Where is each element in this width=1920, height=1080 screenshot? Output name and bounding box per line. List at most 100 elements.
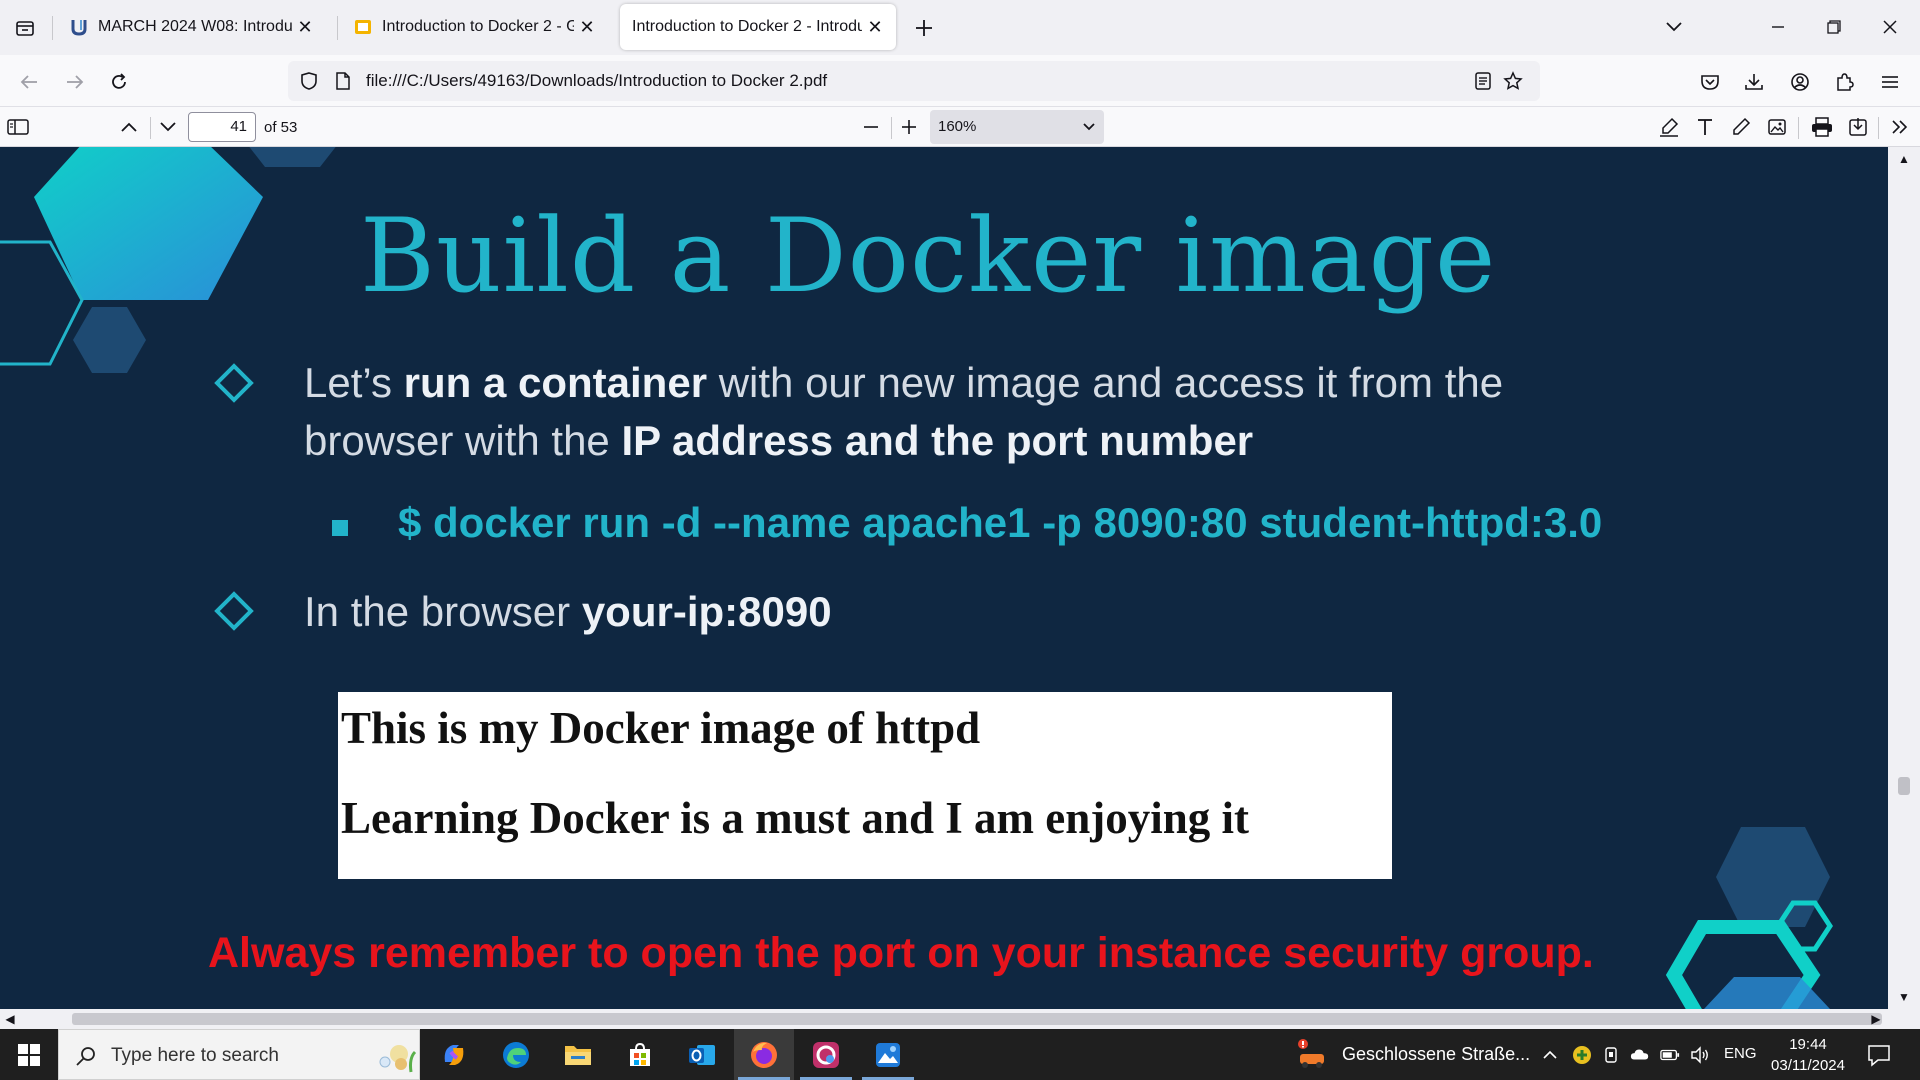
taskbar-news-widget[interactable]: Geschlossene Straße... bbox=[1294, 1029, 1530, 1080]
close-tab-icon[interactable]: ✕ bbox=[866, 17, 884, 37]
text-tool-icon bbox=[1698, 119, 1712, 135]
taskbar-copilot[interactable] bbox=[424, 1029, 484, 1080]
traffic-alert-icon bbox=[1298, 1038, 1324, 1068]
taskbar-search-box[interactable]: Type here to search bbox=[58, 1029, 420, 1080]
account-icon bbox=[1791, 73, 1809, 91]
plus-icon bbox=[902, 120, 916, 134]
store-icon bbox=[630, 1042, 650, 1066]
url-bar[interactable]: file:///C:/Users/49163/Downloads/Introdu… bbox=[288, 61, 1540, 101]
tab-list-icon bbox=[16, 21, 34, 36]
search-highlight-icon bbox=[379, 1045, 417, 1073]
scroll-right-arrow-icon[interactable]: ▶ bbox=[1868, 1011, 1884, 1027]
account-button[interactable] bbox=[1785, 67, 1815, 97]
input-language[interactable]: ENG bbox=[1724, 1045, 1757, 1062]
bullet-run-container: Let’s run a container with our new image… bbox=[304, 359, 1504, 464]
pocket-button[interactable] bbox=[1695, 67, 1725, 97]
page-count-label: of 53 bbox=[264, 119, 298, 136]
search-placeholder: Type here to search bbox=[111, 1045, 279, 1066]
forward-button[interactable] bbox=[60, 67, 90, 97]
close-window-button[interactable] bbox=[1870, 12, 1910, 42]
meet-icon bbox=[1605, 1047, 1617, 1063]
tray-battery[interactable] bbox=[1660, 1045, 1680, 1065]
highlight-button[interactable] bbox=[1655, 113, 1683, 141]
printer-icon bbox=[1812, 117, 1832, 137]
tools-overflow-button[interactable] bbox=[1886, 113, 1914, 141]
minimize-button[interactable] bbox=[1758, 12, 1798, 42]
pocket-icon bbox=[1701, 75, 1719, 90]
taskbar-store[interactable] bbox=[610, 1029, 670, 1080]
start-button[interactable] bbox=[0, 1029, 58, 1080]
zoom-in-button[interactable] bbox=[895, 113, 923, 141]
close-tab-icon[interactable]: ✕ bbox=[578, 17, 596, 37]
scrollbar-corner bbox=[1888, 1009, 1920, 1029]
app-menu-button[interactable] bbox=[1875, 67, 1905, 97]
back-button[interactable] bbox=[14, 67, 44, 97]
show-hidden-icons-button[interactable] bbox=[1540, 1045, 1560, 1065]
taskbar-clock[interactable]: 19:44 03/11/2024 bbox=[1766, 1034, 1850, 1076]
tab-separator bbox=[337, 16, 338, 40]
save-pdf-button[interactable] bbox=[1844, 113, 1872, 141]
restore-button[interactable] bbox=[1814, 12, 1854, 42]
vertical-scrollbar[interactable]: ▲ ▼ bbox=[1888, 147, 1920, 1009]
tracking-protection-shield-icon[interactable] bbox=[298, 70, 320, 92]
vertical-scroll-thumb[interactable] bbox=[1898, 777, 1910, 795]
taskbar-file-explorer[interactable] bbox=[548, 1029, 608, 1080]
slides-icon bbox=[354, 18, 372, 36]
toggle-sidebar-button[interactable] bbox=[4, 113, 32, 141]
scroll-left-arrow-icon[interactable]: ◀ bbox=[2, 1011, 18, 1027]
previous-page-button[interactable] bbox=[115, 113, 143, 141]
tab-moodle[interactable]: MARCH 2024 W08: Introductio ✕ bbox=[58, 4, 326, 50]
toolbar-separator bbox=[1798, 117, 1799, 139]
tray-app-status[interactable] bbox=[1572, 1045, 1592, 1065]
chevron-down-icon bbox=[1082, 110, 1096, 144]
taskbar-firefox[interactable] bbox=[734, 1029, 794, 1080]
tab-title: Introduction to Docker 2 - Goo bbox=[382, 18, 574, 35]
minimize-icon bbox=[1772, 26, 1784, 28]
page-file-icon[interactable] bbox=[332, 70, 354, 92]
taskbar-outlook[interactable] bbox=[672, 1029, 732, 1080]
print-button[interactable] bbox=[1808, 113, 1836, 141]
tab-google-slides[interactable]: Introduction to Docker 2 - Goo ✕ bbox=[342, 4, 608, 50]
list-all-tabs-button[interactable] bbox=[10, 14, 40, 42]
pencil-icon bbox=[1733, 117, 1751, 135]
square-bullet-icon bbox=[332, 520, 348, 536]
tray-volume[interactable] bbox=[1690, 1045, 1710, 1065]
notification-center-button[interactable] bbox=[1866, 1042, 1892, 1068]
toolbar-separator bbox=[891, 117, 892, 139]
tab-strip: MARCH 2024 W08: Introductio ✕ Introducti… bbox=[0, 0, 1920, 55]
restore-icon bbox=[1827, 20, 1841, 34]
next-page-button[interactable] bbox=[154, 113, 182, 141]
text-annotation-button[interactable] bbox=[1691, 113, 1719, 141]
reader-view-icon[interactable] bbox=[1472, 70, 1494, 92]
bookmark-star-icon[interactable] bbox=[1502, 70, 1524, 92]
tray-onedrive[interactable] bbox=[1630, 1045, 1650, 1065]
speaker-icon bbox=[1691, 1046, 1708, 1064]
new-tab-button[interactable] bbox=[910, 14, 938, 42]
add-image-button[interactable] bbox=[1763, 113, 1791, 141]
puzzle-icon bbox=[1837, 73, 1854, 91]
reload-button[interactable] bbox=[104, 67, 134, 97]
scroll-down-arrow-icon[interactable]: ▼ bbox=[1896, 989, 1912, 1005]
tray-meet-now[interactable] bbox=[1602, 1045, 1622, 1065]
draw-button[interactable] bbox=[1727, 113, 1755, 141]
firefox-icon bbox=[751, 1041, 777, 1068]
horizontal-scrollbar[interactable]: ◀ ▶ bbox=[0, 1009, 1888, 1029]
taskbar-edge[interactable] bbox=[486, 1029, 546, 1080]
zoom-select[interactable]: 160% bbox=[930, 110, 1104, 144]
save-download-icon bbox=[1849, 118, 1867, 136]
close-tab-icon[interactable]: ✕ bbox=[296, 17, 314, 37]
page-number-input[interactable]: 41 bbox=[188, 112, 256, 142]
u-logo-icon bbox=[70, 18, 88, 36]
zoom-out-button[interactable] bbox=[857, 113, 885, 141]
scroll-up-arrow-icon[interactable]: ▲ bbox=[1896, 151, 1912, 167]
horizontal-scroll-thumb[interactable] bbox=[72, 1013, 1882, 1025]
tab-pdf-active[interactable]: Introduction to Docker 2 - Introduc ✕ bbox=[620, 4, 896, 50]
downloads-button[interactable] bbox=[1739, 67, 1769, 97]
taskbar-chrome-app[interactable] bbox=[796, 1029, 856, 1080]
extensions-button[interactable] bbox=[1829, 67, 1859, 97]
notification-icon bbox=[1868, 1045, 1890, 1067]
pdf-viewer[interactable]: Build a Docker image Let’s run a contain… bbox=[0, 147, 1888, 1009]
httpd-page-screenshot: This is my Docker image of httpd Learnin… bbox=[338, 692, 1392, 879]
tab-overflow-button[interactable] bbox=[1654, 12, 1694, 42]
taskbar-photos[interactable] bbox=[858, 1029, 918, 1080]
